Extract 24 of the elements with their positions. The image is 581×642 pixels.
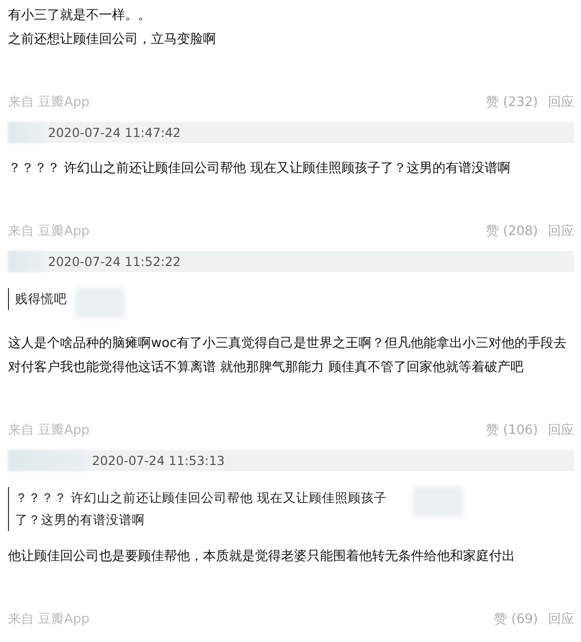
reply-link[interactable]: 回应: [548, 93, 574, 111]
reply-link[interactable]: 回应: [548, 222, 574, 240]
reply-link[interactable]: 回应: [548, 421, 574, 439]
source-label: 来自 豆瓣App: [8, 223, 90, 240]
comment-text: 之前还想让顾佳回公司，立马变脸啊: [8, 31, 217, 49]
comment-text: ？？？？ 许幻山之前还让顾佳回公司帮他 现在又让顾佳照顾孩子了？这男的有谱没谱啊: [8, 160, 512, 178]
blurred-username: [8, 122, 44, 143]
source-label: 来自 豆瓣App: [8, 422, 90, 439]
comment-date: 2020-07-24 11:47:42: [48, 125, 181, 140]
like-link[interactable]: 赞 (208): [486, 222, 538, 240]
comment-text: 有小三了就是不一样。。: [8, 7, 152, 25]
comment-date: 2020-07-24 11:53:13: [92, 453, 225, 468]
blurred-username: [8, 251, 44, 272]
reply-link[interactable]: 回应: [548, 610, 574, 628]
like-link[interactable]: 赞 (232): [486, 93, 538, 111]
comment-text: 他让顾佳回公司也是要顾佳帮他，本质就是觉得老婆只能围着他转无条件给他和家庭付出: [8, 548, 516, 566]
quoted-reply: 贱得慌吧: [8, 288, 67, 310]
comment-text: 这人是个啥品种的脑瘫啊woc有了小三真觉得自己是世界之王啊？但凡他能拿出小三对他的手段去对付客户我也能觉得他这话不算离谱 就他那脾气那能力 顾佳真不管了回家他就等着破产吧: [8, 335, 568, 377]
comment-date: 2020-07-24 11:52:22: [48, 254, 181, 269]
like-link[interactable]: 赞 (69): [494, 610, 538, 628]
source-label: 来自 豆瓣App: [8, 611, 90, 628]
source-label: 来自 豆瓣App: [8, 94, 90, 111]
like-link[interactable]: 赞 (106): [486, 421, 538, 439]
quoted-reply: ？？？？ 许幻山之前还让顾佳回公司帮他 现在又让顾佳照顾孩子了？这男的有谱没谱啊: [8, 487, 405, 531]
